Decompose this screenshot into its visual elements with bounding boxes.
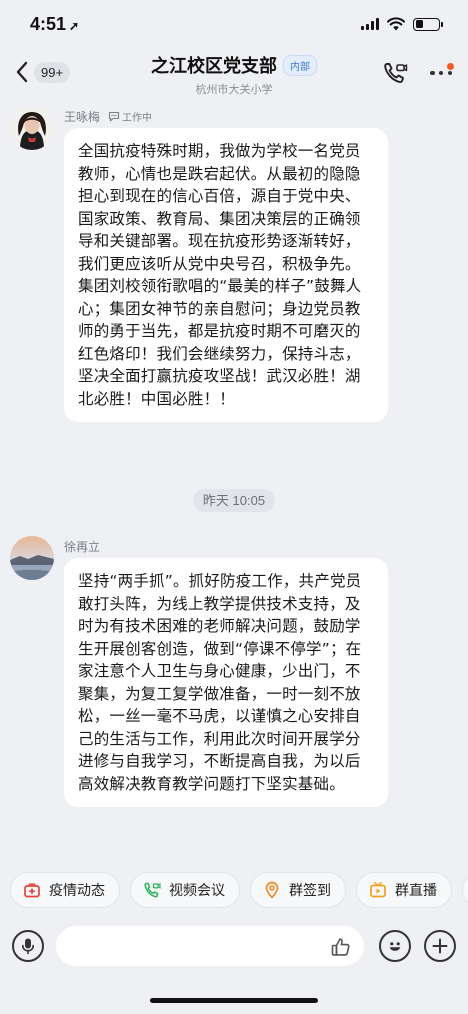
clock-text: 4:51 [30,13,67,34]
presence-text: 工作中 [122,113,153,124]
input-bar [0,920,468,972]
chip-label: 群直播 [395,883,437,899]
location-arrow-icon: ➚ [69,18,80,33]
quick-action-group-checkin[interactable]: 群签到 [250,872,346,908]
video-call-icon [144,882,161,898]
chip-label: 群签到 [289,883,331,899]
chat-bubble-icon [108,111,120,122]
avatar[interactable] [10,106,54,150]
voice-input-button[interactable] [12,930,44,962]
header-actions [382,60,454,86]
microphone-icon [22,938,34,955]
chip-label: 疫情动态 [49,883,105,899]
emoji-button[interactable] [379,930,411,962]
call-icon[interactable] [382,60,408,86]
chip-label: 视频会议 [169,883,225,899]
quick-action-group-live[interactable]: 群直播 [356,872,452,908]
quick-action-video-meeting[interactable]: 视频会议 [130,872,240,908]
message-bubble[interactable]: 全国抗疫特殊时期，我做为学校一名党员教师，心情也是跌宕起伏。从最初的隐隐担心到现… [64,128,388,422]
more-input-button[interactable] [424,930,456,962]
location-pin-icon [265,881,279,899]
timestamp-divider: 昨天 10:05 [0,489,468,512]
sender-name[interactable]: 徐再立 [64,538,100,555]
message-bubble[interactable]: 坚持“两手抓”。抓好防疫工作，共产党员敢打头阵，为线上教学提供技术支持，及时为有… [64,558,388,807]
quick-action-more[interactable] [462,872,468,908]
sender-row: 徐再立 [64,538,100,555]
quick-actions-bar: 疫情动态 视频会议 群签到 群直播 [0,872,468,912]
quick-action-epidemic-news[interactable]: 疫情动态 [10,872,120,908]
chat-title: 之江校区党支部 [151,56,277,77]
chat-header: 99+ 之江校区党支部 内部 杭州市大关小学 [0,48,468,100]
plus-icon [432,938,448,954]
avatar[interactable] [10,536,54,580]
sender-row: 王咏梅 工作中 [64,108,152,125]
timestamp-text: 昨天 10:05 [192,489,276,512]
status-time: 4:51 ➚ [30,14,79,35]
home-indicator [150,998,318,1003]
first-aid-kit-icon [24,883,40,898]
presence-status: 工作中 [108,109,152,124]
battery-icon [413,17,443,31]
cellular-signal-icon [361,18,379,30]
notification-dot [447,63,454,70]
emoji-icon [389,942,401,951]
sender-name[interactable]: 王咏梅 [64,108,100,125]
thumbs-up-icon[interactable] [330,936,352,958]
internal-tag: 内部 [283,54,317,76]
message-input[interactable] [56,926,364,966]
wifi-icon [387,17,405,31]
status-bar: 4:51 ➚ [0,0,468,48]
live-tv-icon [370,882,386,898]
more-options-button[interactable] [430,61,454,85]
status-icons [361,17,443,31]
